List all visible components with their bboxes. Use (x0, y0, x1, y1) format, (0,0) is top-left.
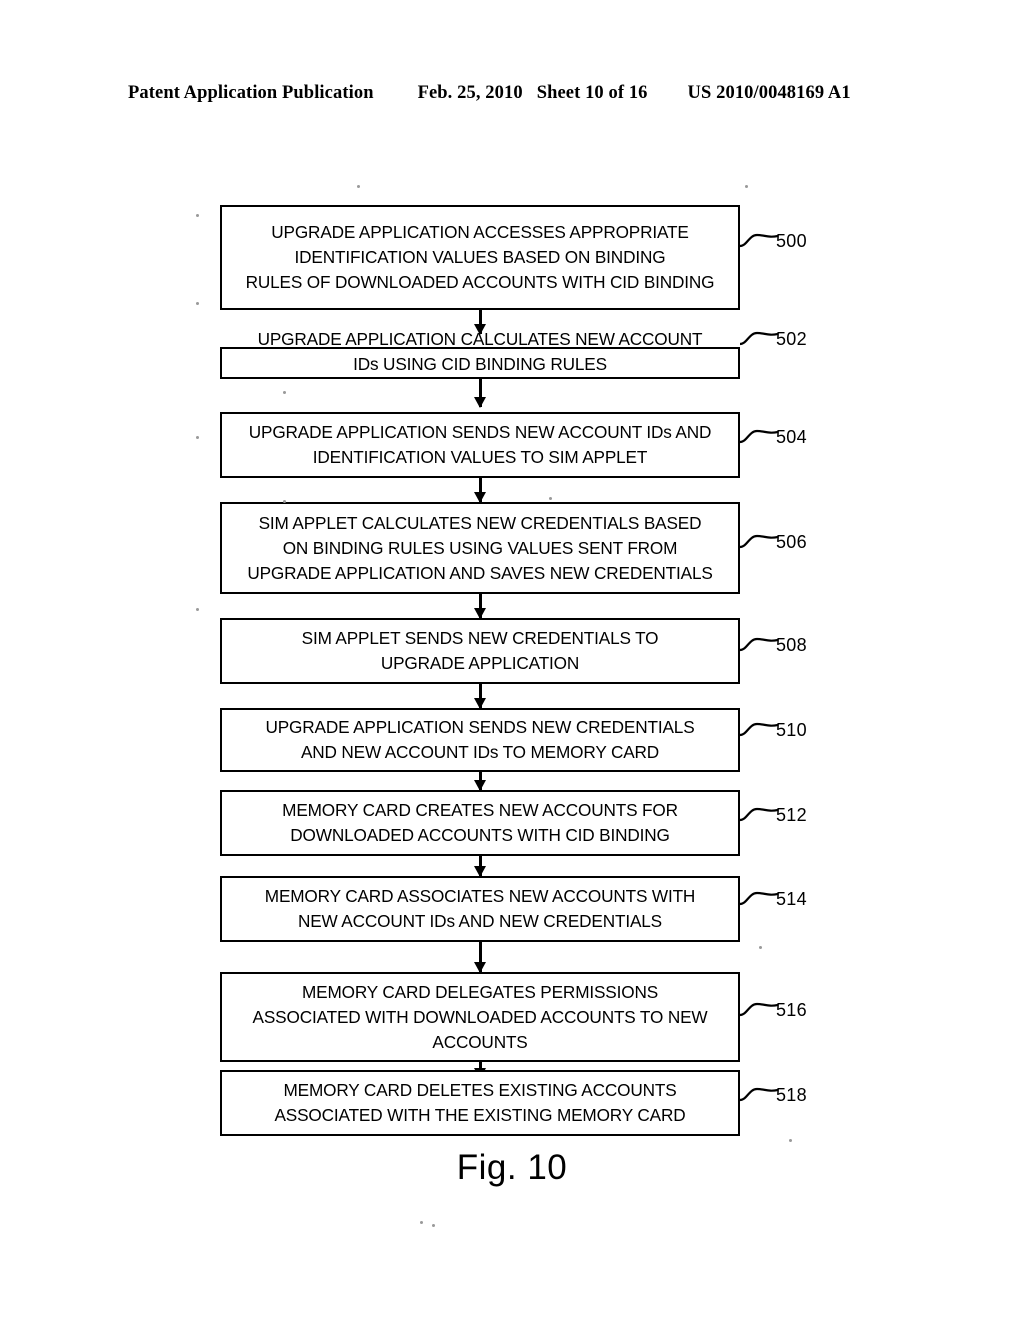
scan-speckle (196, 302, 199, 305)
scan-speckle (549, 497, 552, 500)
leader-line-500 (740, 232, 778, 248)
scan-speckle (789, 1139, 792, 1142)
flow-step-512-text: MEMORY CARD CREATES NEW ACCOUNTS FOR DOW… (282, 800, 678, 845)
flow-step-518-text: MEMORY CARD DELETES EXISTING ACCOUNTS AS… (274, 1080, 686, 1125)
flow-step-506: SIM APPLET CALCULATES NEW CREDENTIALS BA… (220, 502, 740, 594)
flow-arrow-502-504 (474, 379, 485, 408)
scan-speckle (357, 185, 360, 188)
flowchart-figure: UPGRADE APPLICATION ACCESSES APPROPRIATE… (0, 0, 1024, 1320)
leader-line-502 (740, 330, 778, 346)
flow-step-508: SIM APPLET SENDS NEW CREDENTIALS TO UPGR… (220, 618, 740, 684)
flow-step-512: MEMORY CARD CREATES NEW ACCOUNTS FOR DOW… (220, 790, 740, 856)
figure-caption: Fig. 10 (456, 1148, 568, 1187)
ref-number-512: 512 (776, 805, 807, 825)
flow-step-504-text: UPGRADE APPLICATION SENDS NEW ACCOUNT ID… (248, 422, 712, 467)
flow-step-506-text: SIM APPLET CALCULATES NEW CREDENTIALS BA… (247, 512, 713, 583)
flow-step-500: UPGRADE APPLICATION ACCESSES APPROPRIATE… (220, 205, 740, 310)
ref-number-508: 508 (776, 635, 807, 655)
scan-speckle (196, 436, 199, 439)
ref-number-516: 516 (776, 1000, 807, 1020)
flow-step-504: UPGRADE APPLICATION SENDS NEW ACCOUNT ID… (220, 412, 740, 478)
ref-number-504: 504 (776, 427, 807, 447)
scan-speckle (196, 214, 199, 217)
flow-arrow-504-506 (474, 478, 485, 503)
ref-number-514: 514 (776, 889, 807, 909)
flow-arrow-514-516 (474, 942, 485, 973)
flow-step-500-text: UPGRADE APPLICATION ACCESSES APPROPRIATE… (245, 222, 715, 292)
leader-line-514 (740, 890, 778, 906)
ref-number-502: 502 (776, 329, 807, 349)
flow-arrow-510-512 (474, 772, 485, 791)
leader-line-508 (740, 636, 778, 652)
scan-speckle (759, 946, 762, 949)
leader-line-510 (740, 721, 778, 737)
flow-step-510-text: UPGRADE APPLICATION SENDS NEW CREDENTIAL… (265, 717, 695, 762)
flow-step-516-text: MEMORY CARD DELEGATES PERMISSIONS ASSOCI… (252, 981, 708, 1052)
flow-step-502: UPGRADE APPLICATION CALCULATES NEW ACCOU… (220, 329, 740, 379)
ref-number-500: 500 (776, 231, 807, 251)
flow-step-514: MEMORY CARD ASSOCIATES NEW ACCOUNTS WITH… (220, 876, 740, 942)
flow-step-510: UPGRADE APPLICATION SENDS NEW CREDENTIAL… (220, 708, 740, 772)
flow-arrow-506-508 (474, 594, 485, 619)
scan-speckle (283, 391, 286, 394)
ref-number-510: 510 (776, 720, 807, 740)
scan-speckle (420, 1221, 423, 1224)
flow-step-502-text: UPGRADE APPLICATION CALCULATES NEW ACCOU… (257, 329, 703, 374)
leader-line-516 (740, 1001, 778, 1017)
flow-step-508-text: SIM APPLET SENDS NEW CREDENTIALS TO UPGR… (301, 628, 659, 673)
ref-number-518: 518 (776, 1085, 807, 1105)
leader-line-506 (740, 533, 778, 549)
flow-arrow-512-514 (474, 856, 485, 877)
leader-line-504 (740, 428, 778, 444)
flow-arrow-508-510 (474, 684, 485, 709)
ref-number-506: 506 (776, 532, 807, 552)
flow-step-514-text: MEMORY CARD ASSOCIATES NEW ACCOUNTS WITH… (264, 886, 696, 931)
scan-speckle (196, 608, 199, 611)
leader-line-518 (740, 1086, 778, 1102)
flow-step-518: MEMORY CARD DELETES EXISTING ACCOUNTS AS… (220, 1070, 740, 1136)
scan-speckle (432, 1224, 435, 1227)
scan-speckle (745, 185, 748, 188)
leader-line-512 (740, 806, 778, 822)
flow-step-516: MEMORY CARD DELEGATES PERMISSIONS ASSOCI… (220, 972, 740, 1062)
scan-speckle (283, 500, 286, 503)
